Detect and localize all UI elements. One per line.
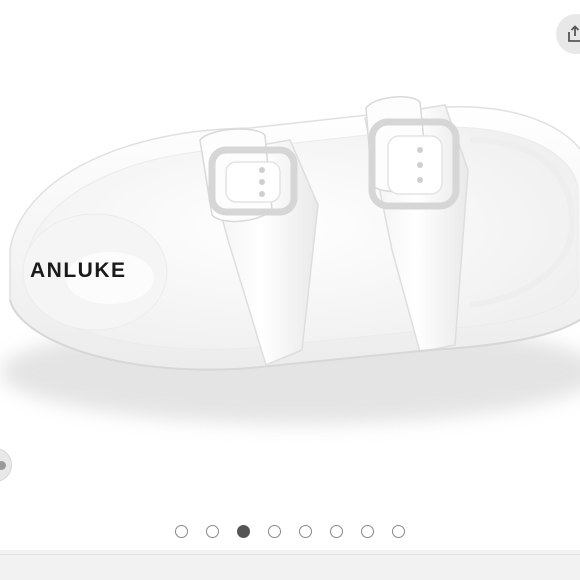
pager-dot-8[interactable] [392,524,405,538]
pager-dot-7[interactable] [361,524,374,538]
pager-dot-5[interactable] [299,524,312,538]
pager-dot-6[interactable] [330,524,343,538]
divider [0,554,580,555]
product-image[interactable]: ANLUKE [0,0,580,512]
image-pager [0,512,580,550]
pager-dot-1[interactable] [175,524,188,538]
bottom-strip [0,550,580,580]
sandal-illustration: ANLUKE [0,96,580,424]
previous-arrow-icon [0,460,6,470]
product-gallery-viewport: ANLUKE [0,0,580,580]
pager-dot-2[interactable] [206,524,219,538]
pager-dot-3[interactable] [237,524,250,538]
brand-logo: ANLUKE [30,259,127,282]
pager-dot-4[interactable] [268,524,281,538]
share-icon [568,25,580,42]
